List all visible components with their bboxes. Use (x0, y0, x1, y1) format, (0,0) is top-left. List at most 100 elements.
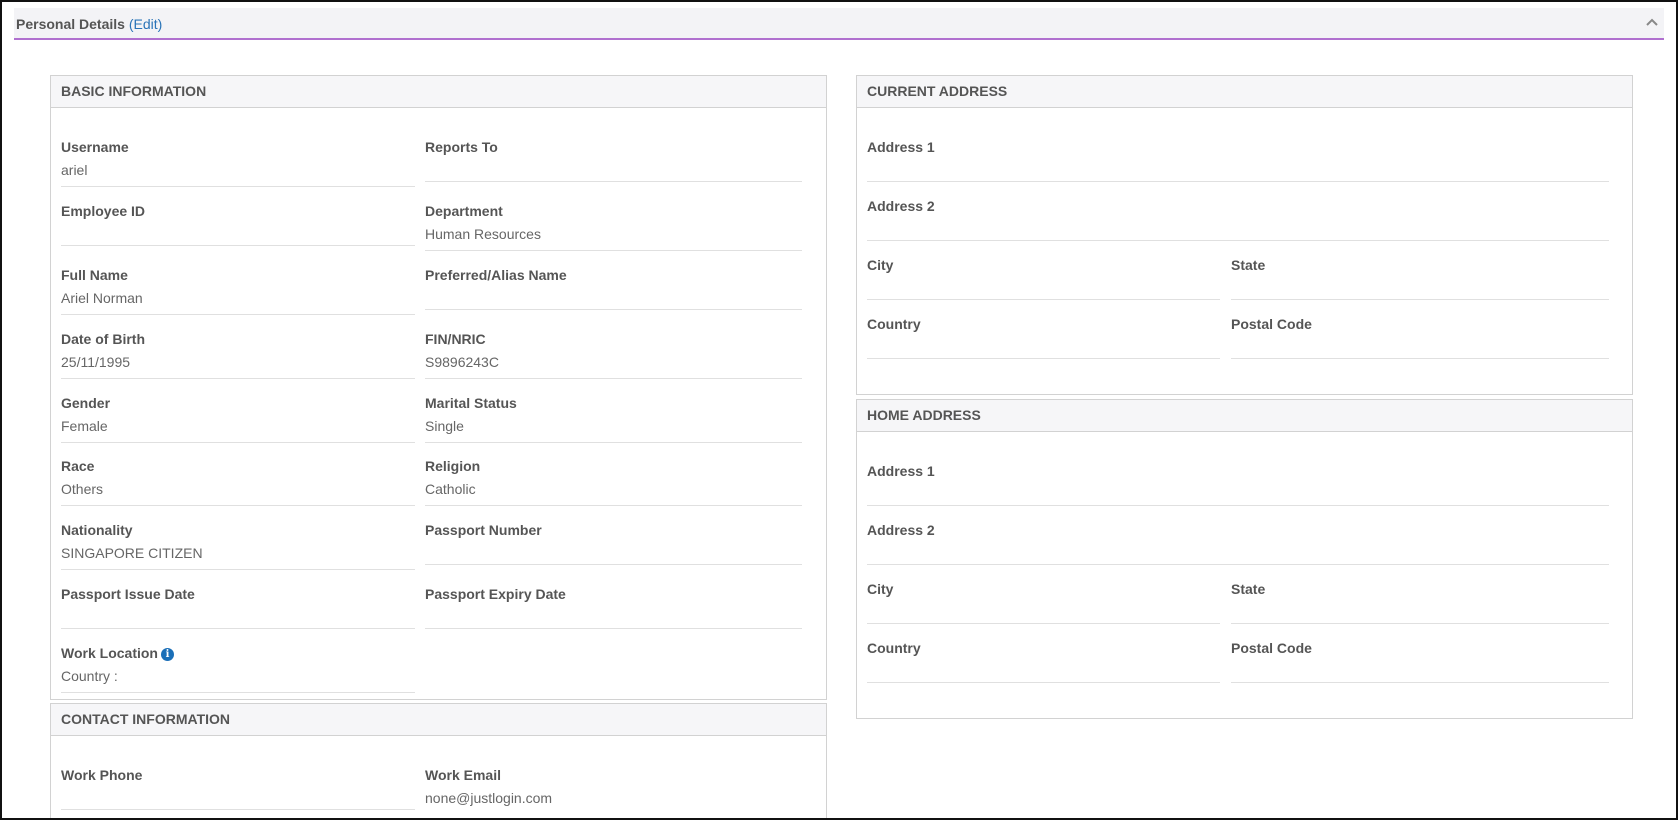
reports-to-value (425, 162, 802, 178)
passport-issue-date-field: Passport Issue Date (61, 586, 415, 629)
race-value: Others (61, 481, 104, 497)
passport-number-value (425, 545, 802, 561)
fin-value: S9896243C (425, 354, 499, 370)
home-address1-value (867, 486, 1609, 502)
passport-issue-date-value (61, 609, 415, 625)
home-city-field: City (867, 581, 1220, 624)
basic-information-panel: BASIC INFORMATION Username ariel Reports… (50, 75, 827, 700)
work-email-label: Work Email (425, 767, 501, 783)
nationality-value: SINGAPORE CITIZEN (61, 545, 203, 561)
fin-field: FIN/NRIC S9896243C (425, 331, 802, 379)
preferred-name-label: Preferred/Alias Name (425, 267, 567, 283)
home-postal-code-label: Postal Code (1231, 640, 1312, 656)
current-city-value (867, 280, 1220, 296)
home-state-value (1231, 604, 1609, 620)
current-state-value (1231, 280, 1609, 296)
section-header: Personal Details (Edit) (14, 8, 1664, 40)
home-country-field: Country (867, 640, 1220, 683)
marital-status-value: Single (425, 418, 464, 434)
current-address-panel: CURRENT ADDRESS Address 1 Address 2 City… (856, 75, 1633, 395)
section-title: Personal Details (Edit) (16, 16, 162, 32)
department-field: Department Human Resources (425, 203, 802, 251)
full-name-value: Ariel Norman (61, 290, 143, 306)
gender-field: Gender Female (61, 395, 415, 443)
work-email-value: none@justlogin.com (425, 790, 553, 806)
religion-label: Religion (425, 458, 481, 474)
home-address2-label: Address 2 (867, 522, 935, 538)
basic-information-title: BASIC INFORMATION (51, 76, 826, 108)
employee-id-field: Employee ID (61, 203, 415, 246)
preferred-name-field: Preferred/Alias Name (425, 267, 802, 310)
edit-link[interactable]: (Edit) (129, 16, 162, 32)
marital-status-label: Marital Status (425, 395, 517, 411)
dob-value: 25/11/1995 (61, 354, 131, 370)
nationality-label: Nationality (61, 522, 133, 538)
gender-value: Female (61, 418, 108, 434)
employee-id-label: Employee ID (61, 203, 146, 219)
preferred-name-value (425, 290, 802, 306)
work-phone-label: Work Phone (61, 767, 143, 783)
work-phone-field: Work Phone (61, 767, 415, 810)
work-location-value: Country : (61, 668, 118, 684)
passport-expiry-date-label: Passport Expiry Date (425, 586, 566, 602)
contact-information-panel: CONTACT INFORMATION Work Phone Work Emai… (50, 703, 827, 818)
current-city-label: City (867, 257, 894, 273)
current-postal-code-value (1231, 339, 1609, 355)
race-field: Race Others (61, 458, 415, 506)
race-label: Race (61, 458, 95, 474)
passport-expiry-date-field: Passport Expiry Date (425, 586, 802, 629)
full-name-label: Full Name (61, 267, 128, 283)
work-location-field: Work Location i Country : (61, 645, 415, 693)
current-postal-code-label: Postal Code (1231, 316, 1312, 332)
dob-field: Date of Birth 25/11/1995 (61, 331, 415, 379)
work-location-label: Work Location (61, 645, 158, 661)
home-postal-code-value (1231, 663, 1609, 679)
home-city-value (867, 604, 1220, 620)
full-name-field: Full Name Ariel Norman (61, 267, 415, 315)
username-value: ariel (61, 162, 88, 178)
contact-information-title: CONTACT INFORMATION (51, 704, 826, 736)
passport-issue-date-label: Passport Issue Date (61, 586, 195, 602)
passport-expiry-date-value (425, 609, 802, 625)
work-location-label-row: Work Location i (61, 645, 415, 661)
current-address1-field: Address 1 (867, 139, 1609, 182)
home-address2-value (867, 545, 1609, 561)
current-city-field: City (867, 257, 1220, 300)
home-address-title: HOME ADDRESS (857, 400, 1632, 432)
home-state-field: State (1231, 581, 1609, 624)
passport-number-field: Passport Number (425, 522, 802, 565)
info-icon[interactable]: i (160, 648, 174, 661)
current-address2-field: Address 2 (867, 198, 1609, 241)
current-country-field: Country (867, 316, 1220, 359)
reports-to-field: Reports To (425, 139, 802, 182)
passport-number-label: Passport Number (425, 522, 542, 538)
current-address-title: CURRENT ADDRESS (857, 76, 1632, 108)
work-email-field: Work Email none@justlogin.com (425, 767, 802, 806)
current-address1-value (867, 162, 1609, 178)
home-country-label: Country (867, 640, 921, 656)
religion-field: Religion Catholic (425, 458, 802, 506)
department-label: Department (425, 203, 503, 219)
reports-to-label: Reports To (425, 139, 498, 155)
home-address2-field: Address 2 (867, 522, 1609, 565)
dob-label: Date of Birth (61, 331, 145, 347)
chevron-up-icon[interactable] (1644, 14, 1660, 30)
work-phone-value (61, 790, 415, 806)
current-country-label: Country (867, 316, 921, 332)
section-title-text: Personal Details (16, 16, 125, 32)
home-state-label: State (1231, 581, 1266, 597)
home-address-panel: HOME ADDRESS Address 1 Address 2 City St… (856, 399, 1633, 719)
username-field: Username ariel (61, 139, 415, 187)
religion-value: Catholic (425, 481, 476, 497)
home-postal-code-field: Postal Code (1231, 640, 1609, 683)
current-address1-label: Address 1 (867, 139, 935, 155)
home-address1-field: Address 1 (867, 463, 1609, 506)
marital-status-field: Marital Status Single (425, 395, 802, 443)
gender-label: Gender (61, 395, 111, 411)
employee-id-value (61, 226, 415, 242)
current-postal-code-field: Postal Code (1231, 316, 1609, 359)
home-address1-label: Address 1 (867, 463, 935, 479)
current-state-field: State (1231, 257, 1609, 300)
current-state-label: State (1231, 257, 1266, 273)
nationality-field: Nationality SINGAPORE CITIZEN (61, 522, 415, 570)
